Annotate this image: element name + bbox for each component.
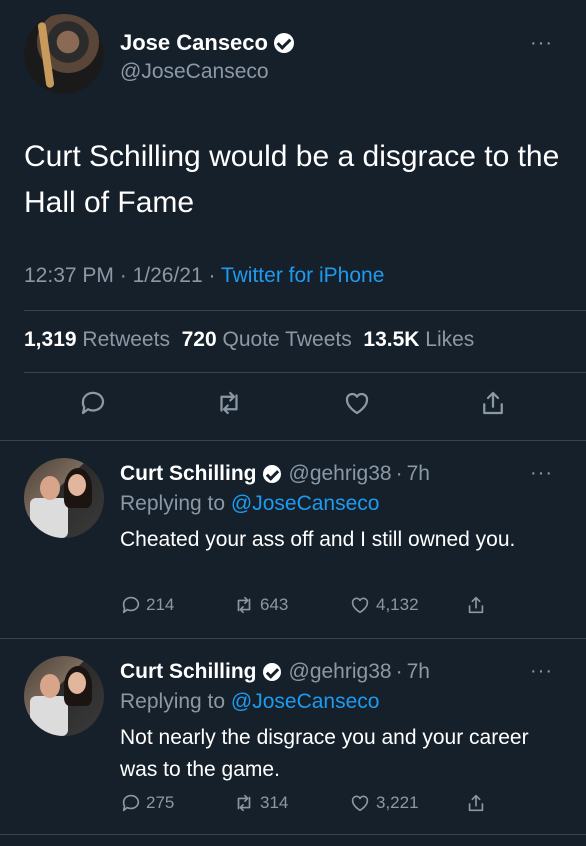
like-count: 3,221 — [376, 793, 419, 812]
retweet-button[interactable]: 314 — [232, 792, 288, 814]
reply-author-handle[interactable]: @gehrig38 — [289, 660, 392, 684]
avatar[interactable] — [24, 656, 104, 736]
verified-badge-icon — [262, 663, 281, 681]
replying-prefix: Replying to — [120, 690, 226, 713]
reply-tweet[interactable]: Curt Schilling @gehrig38 · 7h ··· Replyi… — [0, 656, 586, 846]
avatar[interactable] — [24, 14, 104, 94]
quotes-label: Quote Tweets — [222, 328, 352, 351]
replying-to-handle[interactable]: @JoseCanseco — [231, 690, 380, 713]
divider — [0, 638, 586, 639]
divider — [24, 372, 586, 373]
share-button[interactable] — [464, 792, 492, 814]
tweet-date[interactable]: 1/26/21 — [133, 264, 203, 287]
reply-tweet[interactable]: Curt Schilling @gehrig38 · 7h ··· Replyi… — [0, 458, 586, 648]
reply-author-name[interactable]: Curt Schilling — [120, 462, 257, 486]
likes-stat[interactable]: 13.5K Likes — [363, 328, 474, 351]
reply-count: 275 — [146, 793, 175, 812]
reply-text: Cheated your ass off and I still owned y… — [120, 528, 516, 551]
replying-to-handle[interactable]: @JoseCanseco — [231, 492, 380, 515]
like-button[interactable]: 4,132 — [348, 594, 419, 616]
reply-button[interactable]: 214 — [120, 594, 174, 616]
share-icon — [468, 596, 484, 614]
reply-age: 7h — [406, 660, 430, 683]
tweet-text: Curt Schilling would be a disgrace to th… — [24, 140, 560, 219]
share-icon — [468, 794, 484, 812]
reply-header: Curt Schilling @gehrig38 · 7h — [120, 462, 430, 486]
meta-separator: · — [395, 660, 403, 683]
replying-to: Replying to @JoseCanseco — [120, 492, 379, 516]
reply-icon[interactable] — [78, 388, 108, 418]
verified-badge-icon — [262, 465, 281, 483]
tweet-meta: 12:37 PM · 1/26/21 · Twitter for iPhone — [24, 264, 384, 288]
tweet-actions — [0, 388, 586, 428]
reply-icon — [122, 596, 140, 614]
replying-to: Replying to @JoseCanseco — [120, 690, 379, 714]
retweets-count: 1,319 — [24, 328, 77, 351]
quotes-count: 720 — [181, 328, 217, 351]
reply-text: Not nearly the disgrace you and your car… — [120, 726, 529, 781]
tweet-source[interactable]: Twitter for iPhone — [221, 264, 384, 287]
tweet-time: 12:37 PM — [24, 264, 114, 287]
meta-separator: · — [119, 264, 127, 287]
divider — [24, 310, 586, 311]
like-icon — [351, 795, 369, 812]
reply-button[interactable]: 275 — [120, 792, 174, 814]
verified-badge-icon — [273, 33, 294, 53]
tweet-stats: 1,319 Retweets 720 Quote Tweets 13.5K Li… — [24, 328, 474, 352]
divider — [0, 834, 586, 835]
author-name[interactable]: Jose Canseco — [120, 30, 268, 56]
reply-age: 7h — [406, 462, 430, 485]
retweet-button[interactable]: 643 — [232, 594, 288, 616]
share-button[interactable] — [464, 594, 492, 616]
avatar[interactable] — [24, 458, 104, 538]
like-icon — [351, 597, 369, 614]
divider — [0, 440, 586, 441]
share-icon[interactable] — [478, 388, 508, 418]
retweets-label: Retweets — [82, 328, 170, 351]
replying-prefix: Replying to — [120, 492, 226, 515]
author-name-row: Jose Canseco — [120, 30, 294, 56]
retweet-count: 314 — [260, 793, 289, 812]
more-icon[interactable]: ··· — [530, 463, 553, 483]
likes-count: 13.5K — [363, 328, 420, 351]
like-count: 4,132 — [376, 595, 419, 614]
retweets-stat[interactable]: 1,319 Retweets — [24, 328, 170, 351]
retweet-icon — [237, 596, 251, 614]
more-icon[interactable]: ··· — [530, 661, 553, 681]
reply-header: Curt Schilling @gehrig38 · 7h — [120, 660, 430, 684]
reply-actions: 275 314 3,221 — [120, 792, 560, 822]
like-icon[interactable] — [342, 388, 372, 418]
meta-separator: · — [208, 264, 216, 287]
more-icon[interactable]: ··· — [530, 33, 553, 53]
main-tweet-header: Jose Canseco @JoseCanseco — [24, 14, 564, 104]
quotes-stat[interactable]: 720 Quote Tweets — [182, 328, 352, 351]
reply-actions: 214 643 4,132 — [120, 594, 560, 624]
reply-icon — [122, 794, 140, 812]
retweet-icon[interactable] — [214, 388, 244, 418]
reply-author-name[interactable]: Curt Schilling — [120, 660, 257, 684]
reply-author-handle[interactable]: @gehrig38 — [289, 462, 392, 486]
author-handle[interactable]: @JoseCanseco — [120, 60, 269, 84]
retweet-icon — [237, 794, 251, 812]
reply-count: 214 — [146, 595, 175, 614]
like-button[interactable]: 3,221 — [348, 792, 419, 814]
likes-label: Likes — [425, 328, 475, 351]
meta-separator: · — [395, 462, 403, 485]
retweet-count: 643 — [260, 595, 289, 614]
